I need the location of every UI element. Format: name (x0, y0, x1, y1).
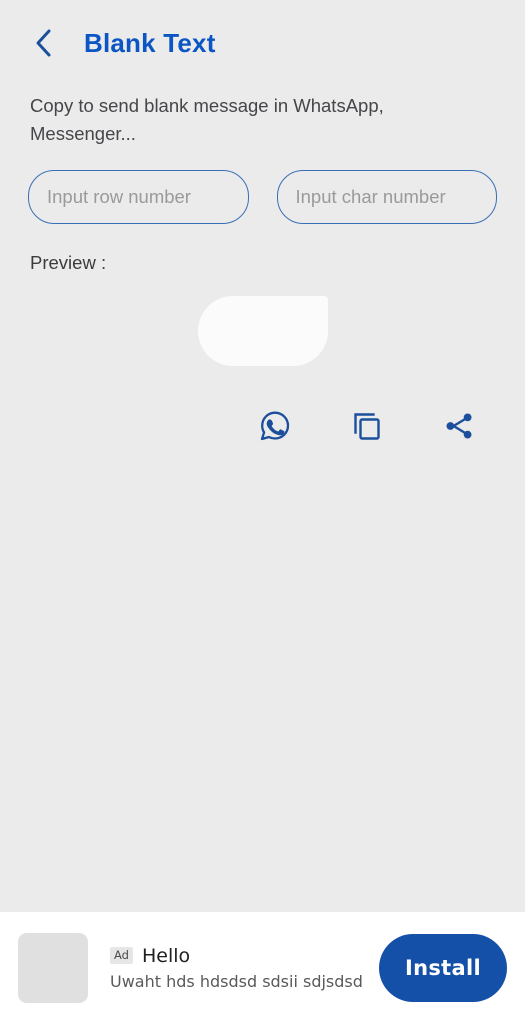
preview-label: Preview : (30, 251, 107, 273)
copy-button[interactable] (345, 404, 389, 448)
ad-headline: Hello (141, 944, 191, 967)
ad-badge: Ad (110, 946, 133, 965)
page-title: Blank Text (84, 27, 216, 58)
install-button[interactable]: Install (379, 933, 507, 1002)
copy-icon (350, 409, 384, 443)
share-icon (442, 409, 476, 443)
whatsapp-icon (257, 408, 293, 444)
description-text: Copy to send blank message in WhatsApp, … (30, 95, 384, 144)
char-number-input[interactable] (276, 169, 497, 224)
ad-banner[interactable]: Ad Hello Uwaht hds hdsdsd sdsii sdjsdsd … (0, 912, 525, 1023)
ad-text-block: Ad Hello Uwaht hds hdsdsd sdsii sdjsdsd (110, 945, 367, 991)
share-button[interactable] (437, 404, 481, 448)
ad-thumbnail (18, 932, 88, 1003)
ad-title-row: Ad Hello (110, 945, 367, 967)
back-button[interactable] (26, 26, 60, 60)
inputs-row (28, 169, 497, 224)
whatsapp-share-button[interactable] (253, 404, 297, 448)
preview-area (0, 295, 525, 374)
row-number-input[interactable] (28, 169, 249, 224)
app-header: Blank Text (0, 0, 525, 66)
app-screen: Blank Text Copy to send blank message in… (0, 0, 525, 1023)
action-icons-row (0, 404, 525, 448)
chevron-left-icon (32, 28, 54, 58)
ad-subtitle: Uwaht hds hdsdsd sdsii sdjsdsd (110, 971, 363, 991)
preview-message-bubble (198, 295, 328, 366)
